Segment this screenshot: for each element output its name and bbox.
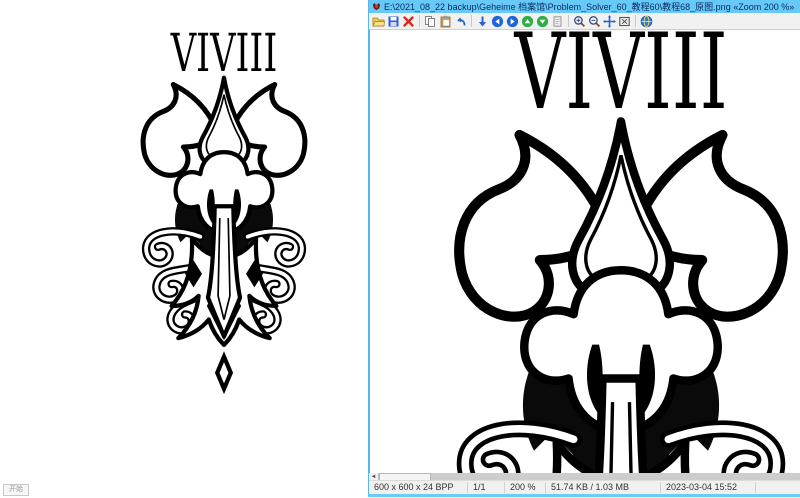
artwork-left xyxy=(131,27,317,399)
toolbar-separator xyxy=(419,15,420,27)
status-timestamp: 2023-03-04 15:52 xyxy=(661,482,756,493)
next-image-icon[interactable] xyxy=(506,15,519,28)
open-icon[interactable] xyxy=(372,15,385,28)
statusbar: 600 x 600 x 24 BPP 1/1 200 % 51.74 KB / … xyxy=(369,480,800,494)
toolbar-separator xyxy=(471,15,472,27)
pan-icon[interactable] xyxy=(603,15,616,28)
status-filesize: 51.74 KB / 1.03 MB xyxy=(546,482,661,493)
page-icon[interactable] xyxy=(551,15,564,28)
viewer-window: E:\2021_08_22 backup\Geheime 档案馆\Problem… xyxy=(368,0,800,497)
viewer-image-area[interactable] xyxy=(369,29,800,473)
copy-icon[interactable] xyxy=(424,15,437,28)
corner-button[interactable]: 开始 xyxy=(3,484,29,496)
info-globe-icon[interactable] xyxy=(640,15,653,28)
app-icon xyxy=(372,2,381,11)
zoom-out-icon[interactable] xyxy=(588,15,601,28)
toolbar-separator xyxy=(568,15,569,27)
first-image-icon[interactable] xyxy=(521,15,534,28)
arrow-down-icon[interactable] xyxy=(476,15,489,28)
undo-icon[interactable] xyxy=(454,15,467,28)
last-image-icon[interactable] xyxy=(536,15,549,28)
titlebar[interactable]: E:\2021_08_22 backup\Geheime 档案馆\Problem… xyxy=(369,0,800,13)
save-icon[interactable] xyxy=(387,15,400,28)
desktop-canvas: 开始 xyxy=(0,0,368,498)
status-index: 1/1 xyxy=(468,482,505,493)
delete-icon[interactable] xyxy=(402,15,415,28)
prev-image-icon[interactable] xyxy=(491,15,504,28)
zoom-in-icon[interactable] xyxy=(573,15,586,28)
toolbar-separator xyxy=(635,15,636,27)
window-title: E:\2021_08_22 backup\Geheime 档案馆\Problem… xyxy=(384,0,797,13)
status-spacer xyxy=(756,482,800,493)
status-zoom: 200 % xyxy=(505,482,546,493)
paste-icon[interactable] xyxy=(439,15,452,28)
status-dimensions: 600 x 600 x 24 BPP xyxy=(369,482,468,493)
viewer-image[interactable] xyxy=(435,29,800,473)
fit-window-icon[interactable] xyxy=(618,15,631,28)
toolbar xyxy=(369,13,800,30)
